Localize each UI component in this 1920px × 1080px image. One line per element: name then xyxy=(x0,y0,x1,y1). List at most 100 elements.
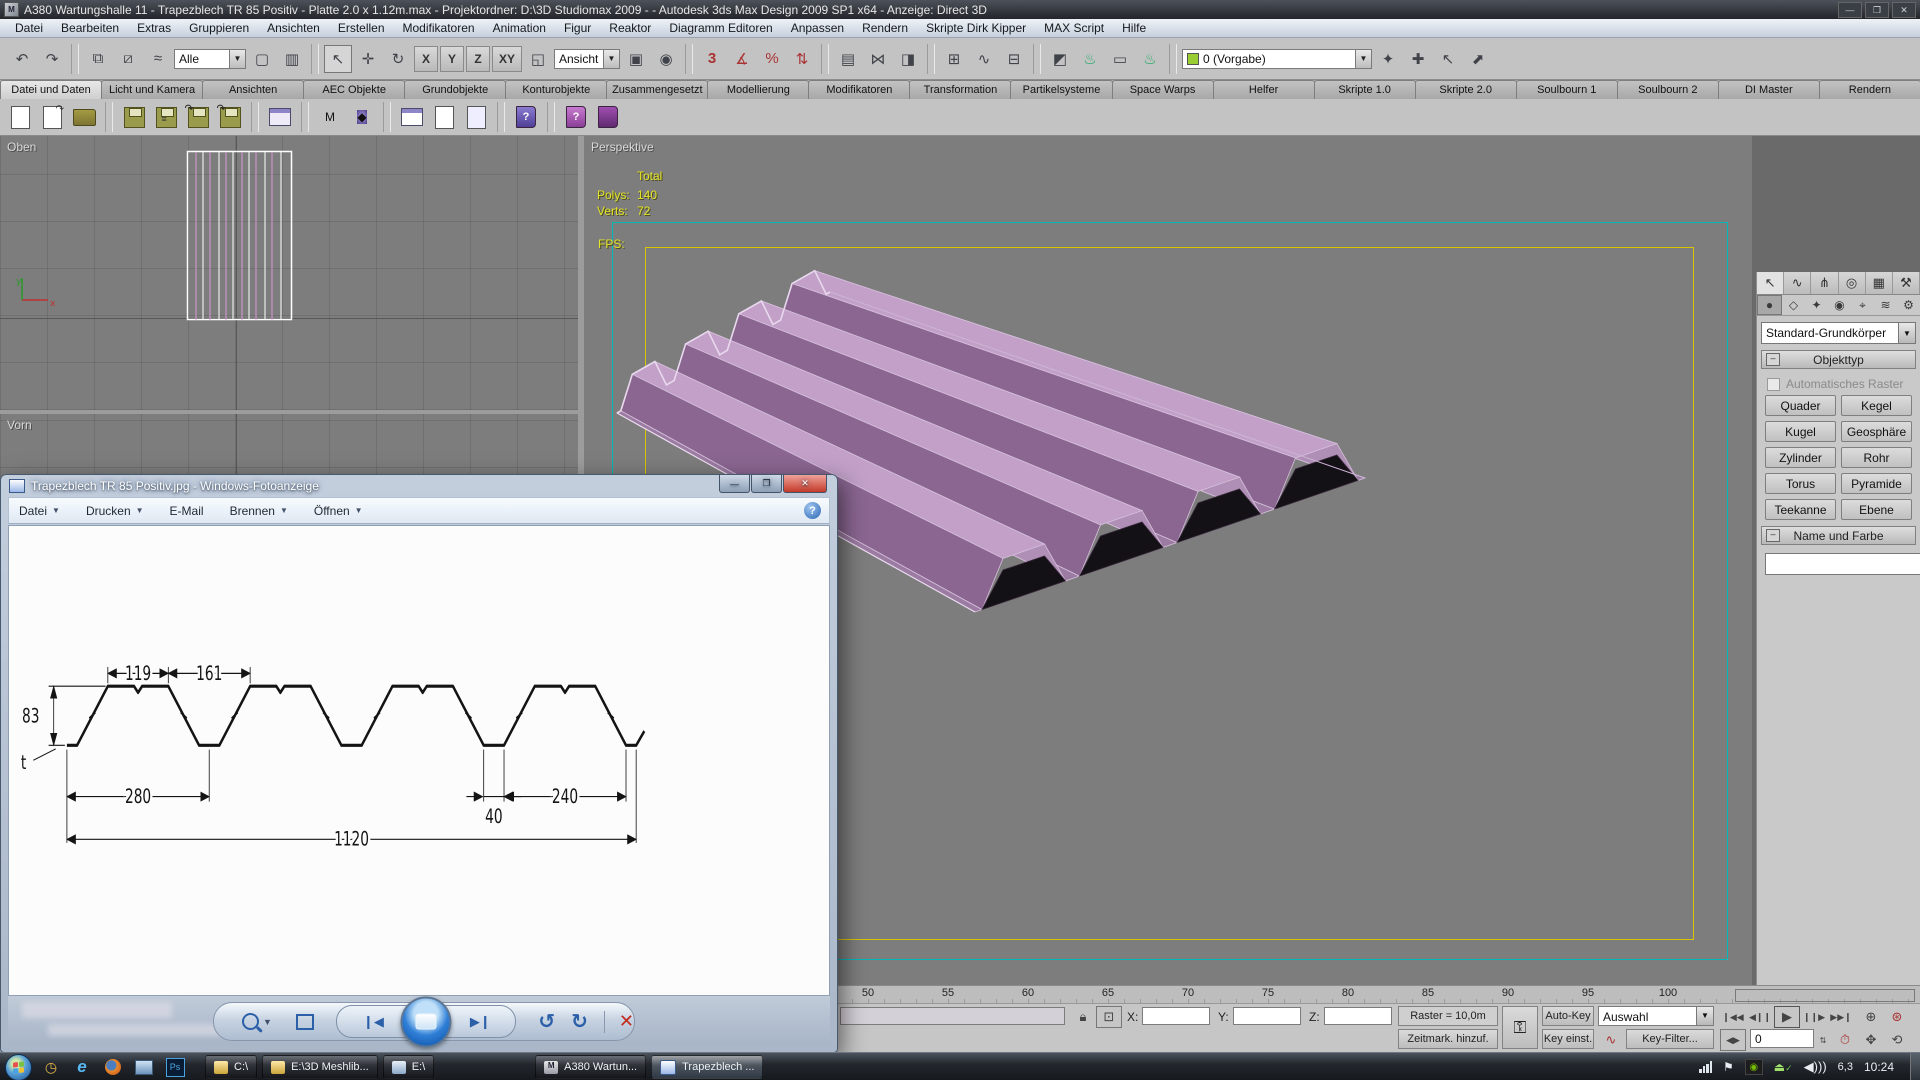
torus-button[interactable]: Torus xyxy=(1765,473,1836,494)
tab-aec-objekte[interactable]: AEC Objekte xyxy=(303,80,405,99)
select-in-layer-icon[interactable]: ↖ xyxy=(1434,45,1462,73)
photoshop-icon[interactable]: Ps xyxy=(164,1056,186,1078)
x-coordinate-input[interactable] xyxy=(1142,1007,1210,1025)
tab-space-warps[interactable]: Space Warps xyxy=(1112,80,1214,99)
selection-set-dropdown[interactable]: Auswahl ▼ xyxy=(1598,1006,1714,1026)
helpers-category-icon[interactable]: ⌖ xyxy=(1851,295,1874,315)
schematic-view-icon[interactable]: ⊟ xyxy=(1000,45,1028,73)
tab-transformation[interactable]: Transformation xyxy=(909,80,1011,99)
menu-datei[interactable]: Datei▼ xyxy=(19,504,60,518)
open-recent-icon[interactable] xyxy=(38,103,66,131)
menu-oeffnen[interactable]: Öffnen▼ xyxy=(314,504,363,518)
key-filter-button[interactable]: Key-Filter... xyxy=(1626,1029,1714,1049)
taskbar-item-fotoanzeige[interactable]: Trapezblech ... xyxy=(651,1055,763,1079)
z-coordinate-input[interactable] xyxy=(1324,1007,1392,1025)
taskbar-clock[interactable]: 10:24 xyxy=(1864,1060,1894,1074)
layer-manager-icon[interactable]: ⊞ xyxy=(940,45,968,73)
tab-konturobjekte[interactable]: Konturobjekte xyxy=(505,80,607,99)
chevron-down-icon[interactable]: ▼ xyxy=(229,50,245,68)
rohr-button[interactable]: Rohr xyxy=(1841,447,1912,468)
use-pivot-center-icon[interactable]: ▣ xyxy=(622,45,650,73)
time-config-icon[interactable]: ⏱︎ xyxy=(1832,1029,1858,1051)
menu-modifikatoren[interactable]: Modifikatoren xyxy=(394,21,484,35)
tab-helfer[interactable]: Helfer xyxy=(1213,80,1315,99)
rotate-ccw-icon[interactable]: ↺ xyxy=(538,1009,555,1034)
window-crossing-icon[interactable]: ▥ xyxy=(278,45,306,73)
axis-y-button[interactable]: Y xyxy=(440,46,464,72)
bind-spacewarp-icon[interactable]: ≈ xyxy=(144,45,172,73)
menu-skripte-dirk-kipper[interactable]: Skripte Dirk Kipper xyxy=(917,21,1035,35)
menu-figur[interactable]: Figur xyxy=(555,21,600,35)
object-name-input[interactable] xyxy=(1765,553,1920,575)
menu-bearbeiten[interactable]: Bearbeiten xyxy=(52,21,128,35)
rotate-cw-icon[interactable]: ↻ xyxy=(571,1009,588,1034)
setkey-button[interactable]: Key einst. xyxy=(1542,1029,1594,1049)
zoom-icon[interactable]: ⊕ xyxy=(1858,1006,1884,1028)
menu-extras[interactable]: Extras xyxy=(128,21,180,35)
tab-datei-und-daten[interactable]: Datei und Daten xyxy=(0,80,102,99)
rendered-frame-icon[interactable]: ▭ xyxy=(1106,45,1134,73)
align-icon[interactable]: ◨ xyxy=(894,45,922,73)
menu-rendern[interactable]: Rendern xyxy=(853,21,917,35)
current-frame-input[interactable]: 0 xyxy=(1750,1029,1814,1048)
undo-icon[interactable]: ↶ xyxy=(8,45,36,73)
add-time-tag-button[interactable]: Zeitmark. hinzuf. xyxy=(1398,1029,1498,1049)
delete-icon[interactable]: ✕ xyxy=(619,1011,634,1032)
go-to-end-icon[interactable]: ▶▶❙ xyxy=(1828,1006,1854,1028)
create-tab-icon[interactable]: ↖ xyxy=(1757,272,1784,294)
menu-erstellen[interactable]: Erstellen xyxy=(329,21,394,35)
spinner-snap-icon[interactable]: ⇅ xyxy=(788,45,816,73)
help-tutorials-icon[interactable]: ? xyxy=(562,103,590,131)
named-selection-icon[interactable]: ▤ xyxy=(834,45,862,73)
action-center-flag-icon[interactable]: ⚑ xyxy=(1723,1060,1734,1074)
help-reference-icon[interactable]: ? xyxy=(512,103,540,131)
axis-z-button[interactable]: Z xyxy=(466,46,490,72)
taskbar-item-e-drive[interactable]: E:\ xyxy=(383,1055,434,1079)
layer-dropdown[interactable]: 0 (Vorgabe) ▼ xyxy=(1182,49,1372,69)
viewport-oben[interactable]: Oben x y xyxy=(0,136,578,410)
tab-modifikatoren[interactable]: Modifikatoren xyxy=(808,80,910,99)
teekanne-button[interactable]: Teekanne xyxy=(1765,499,1836,520)
autogrid-checkbox[interactable] xyxy=(1767,378,1780,391)
slideshow-button[interactable] xyxy=(401,996,452,1047)
tab-soulbourn-2[interactable]: Soulbourn 2 xyxy=(1617,80,1719,99)
select-scale-icon[interactable]: ◱ xyxy=(524,45,552,73)
spacewarps-category-icon[interactable]: ≋ xyxy=(1874,295,1897,315)
photo-viewer-window[interactable]: Trapezblech TR 85 Positiv.jpg - Windows-… xyxy=(0,474,838,1053)
save-copy-icon[interactable] xyxy=(216,103,244,131)
unlink-icon[interactable]: ⧄ xyxy=(114,45,142,73)
tab-rendern[interactable]: Rendern xyxy=(1819,80,1920,99)
trackbar-range[interactable] xyxy=(1735,989,1915,1002)
close-icon[interactable]: ✕ xyxy=(783,475,827,493)
viewport-label-oben[interactable]: Oben xyxy=(7,140,36,154)
lights-category-icon[interactable]: ✦ xyxy=(1805,295,1828,315)
curve-editor-icon[interactable]: ∿ xyxy=(970,45,998,73)
snap-toggle-3-icon[interactable]: 3 xyxy=(698,45,726,73)
select-rotate-icon[interactable]: ↻ xyxy=(384,45,412,73)
picture-viewer-icon[interactable] xyxy=(133,1056,155,1078)
utilities-tab-icon[interactable]: ⚒ xyxy=(1893,272,1920,294)
blank-page-icon[interactable] xyxy=(462,103,490,131)
taskbar-item-3dsmax[interactable]: M A380 Wartun... xyxy=(535,1055,646,1079)
menu-ansichten[interactable]: Ansichten xyxy=(258,21,329,35)
network-signal-icon[interactable] xyxy=(1699,1061,1712,1073)
create-layer-icon[interactable]: ✦ xyxy=(1374,45,1402,73)
modify-tab-icon[interactable]: ∿ xyxy=(1784,272,1811,294)
menu-hilfe[interactable]: Hilfe xyxy=(1113,21,1155,35)
internet-explorer-icon[interactable]: e xyxy=(71,1056,93,1078)
menu-max-script[interactable]: MAX Script xyxy=(1035,21,1113,35)
zoom-icon[interactable] xyxy=(242,1013,259,1030)
key-mode-icon[interactable]: ◀▶ xyxy=(1720,1029,1746,1051)
menu-anpassen[interactable]: Anpassen xyxy=(782,21,853,35)
chevron-down-icon[interactable]: ▼ xyxy=(1696,1007,1713,1025)
previous-icon[interactable]: ❙◀ xyxy=(363,1014,384,1030)
selection-lock-icon[interactable]: 🔒︎ xyxy=(1070,1006,1096,1028)
nvidia-tray-icon[interactable]: ◉ xyxy=(1745,1059,1763,1075)
autokey-button[interactable]: Auto-Key xyxy=(1542,1006,1594,1026)
show-desktop-button[interactable] xyxy=(1910,1053,1920,1080)
quader-button[interactable]: Quader xyxy=(1765,395,1836,416)
material-editor-icon[interactable]: ◩ xyxy=(1046,45,1074,73)
rollout-objekttyp[interactable]: – Objekttyp xyxy=(1761,350,1916,369)
help-icon[interactable]: ? xyxy=(804,502,821,519)
new-scene-icon[interactable] xyxy=(6,103,34,131)
